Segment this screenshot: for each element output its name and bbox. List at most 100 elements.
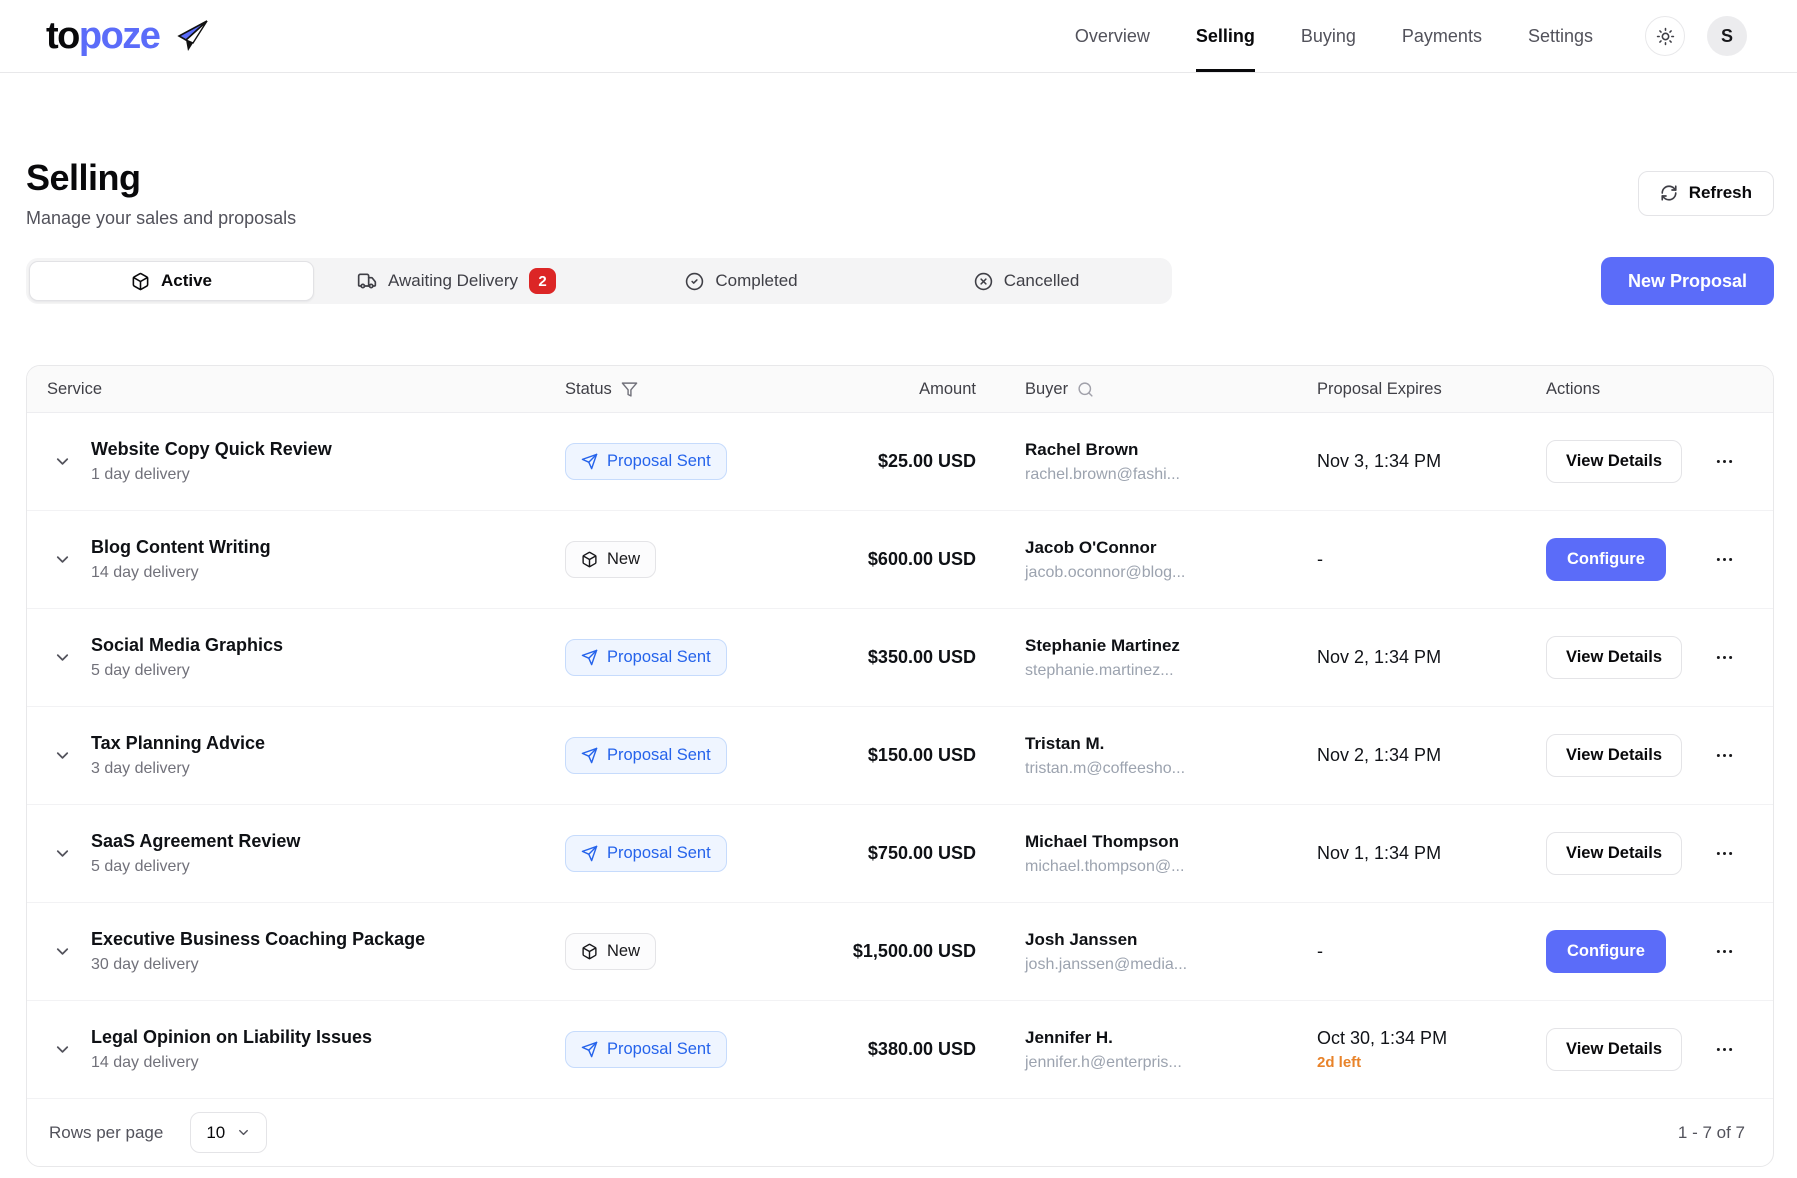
more-actions-button[interactable] <box>1708 641 1741 674</box>
nav-item-settings[interactable]: Settings <box>1528 0 1593 72</box>
more-actions-button[interactable] <box>1708 1033 1741 1066</box>
status-badge-label: Proposal Sent <box>607 648 711 667</box>
service-name: Website Copy Quick Review <box>91 439 332 460</box>
buyer-email: stephanie.martinez... <box>1025 662 1294 680</box>
amount: $350.00 USD <box>868 647 1002 668</box>
theme-toggle-button[interactable] <box>1645 16 1685 56</box>
paper-plane-icon <box>169 19 209 53</box>
tab-cancelled[interactable]: Cancelled <box>884 261 1169 301</box>
expand-row-button[interactable] <box>49 742 76 769</box>
amount: $600.00 USD <box>868 549 1002 570</box>
table-row: Blog Content Writing 14 day delivery New… <box>27 511 1773 609</box>
ellipsis-icon <box>1714 647 1735 668</box>
amount: $150.00 USD <box>868 745 1002 766</box>
expand-row-button[interactable] <box>49 546 76 573</box>
buyer-email: jacob.oconnor@blog... <box>1025 564 1294 582</box>
search-icon[interactable] <box>1077 381 1094 398</box>
buyer-name: Jacob O'Connor <box>1025 538 1294 558</box>
service-name: Tax Planning Advice <box>91 733 265 754</box>
selling-page: Selling Manage your sales and proposals … <box>26 157 1774 1167</box>
status-badge: Proposal Sent <box>565 443 727 480</box>
nav-item-selling[interactable]: Selling <box>1196 0 1255 72</box>
expand-row-button[interactable] <box>49 1036 76 1063</box>
row-action-button[interactable]: View Details <box>1546 440 1682 483</box>
nav-item-buying[interactable]: Buying <box>1301 0 1356 72</box>
chevron-down-icon <box>53 452 72 471</box>
chevron-down-icon <box>53 942 72 961</box>
service-delivery-time: 14 day delivery <box>91 564 271 582</box>
package-icon <box>131 272 150 291</box>
buyer-name: Rachel Brown <box>1025 440 1294 460</box>
column-header-amount: Amount <box>791 380 1002 399</box>
proposals-table: Service Status Amount Buyer Proposal Exp… <box>26 365 1774 1167</box>
status-badge: Proposal Sent <box>565 737 727 774</box>
send-icon <box>581 453 598 470</box>
buyer-name: Michael Thompson <box>1025 832 1294 852</box>
ellipsis-icon <box>1714 549 1735 570</box>
proposal-expires: Nov 1, 1:34 PM <box>1317 843 1523 864</box>
buyer-email: jennifer.h@enterpris... <box>1025 1054 1294 1072</box>
service-name: SaaS Agreement Review <box>91 831 300 852</box>
status-badge-label: Proposal Sent <box>607 452 711 471</box>
expires-warning: 2d left <box>1317 1054 1523 1071</box>
send-icon <box>581 649 598 666</box>
service-name: Executive Business Coaching Package <box>91 929 425 950</box>
send-icon <box>581 747 598 764</box>
proposal-expires: - <box>1317 549 1523 570</box>
ellipsis-icon <box>1714 941 1735 962</box>
service-delivery-time: 5 day delivery <box>91 858 300 876</box>
row-action-button[interactable]: View Details <box>1546 636 1682 679</box>
service-delivery-time: 3 day delivery <box>91 760 265 778</box>
more-actions-button[interactable] <box>1708 935 1741 968</box>
service-name: Blog Content Writing <box>91 537 271 558</box>
row-action-button[interactable]: View Details <box>1546 832 1682 875</box>
amount: $380.00 USD <box>868 1039 1002 1060</box>
row-action-button[interactable]: Configure <box>1546 538 1666 581</box>
ellipsis-icon <box>1714 843 1735 864</box>
status-badge-label: Proposal Sent <box>607 844 711 863</box>
more-actions-button[interactable] <box>1708 543 1741 576</box>
row-action-button[interactable]: Configure <box>1546 930 1666 973</box>
buyer-name: Stephanie Martinez <box>1025 636 1294 656</box>
send-icon <box>581 1041 598 1058</box>
tab-awaiting-delivery[interactable]: Awaiting Delivery 2 <box>314 261 599 301</box>
truck-icon <box>357 271 377 291</box>
send-icon <box>581 845 598 862</box>
status-badge-label: Proposal Sent <box>607 1040 711 1059</box>
expand-row-button[interactable] <box>49 644 76 671</box>
tab-active[interactable]: Active <box>29 261 314 301</box>
service-delivery-time: 5 day delivery <box>91 662 283 680</box>
nav-item-overview[interactable]: Overview <box>1075 0 1150 72</box>
more-actions-button[interactable] <box>1708 837 1741 870</box>
more-actions-button[interactable] <box>1708 739 1741 772</box>
status-badge-label: Proposal Sent <box>607 746 711 765</box>
table-body: Website Copy Quick Review 1 day delivery… <box>27 413 1773 1099</box>
amount: $25.00 USD <box>878 451 1002 472</box>
column-header-status: Status <box>565 380 791 399</box>
column-header-actions: Actions <box>1523 380 1773 399</box>
expand-row-button[interactable] <box>49 840 76 867</box>
nav-item-payments[interactable]: Payments <box>1402 0 1482 72</box>
tab-completed[interactable]: Completed <box>599 261 884 301</box>
refresh-button[interactable]: Refresh <box>1638 171 1774 216</box>
more-actions-button[interactable] <box>1708 445 1741 478</box>
rows-per-page-label: Rows per page <box>49 1123 163 1143</box>
rows-per-page-select[interactable]: 10 <box>190 1112 267 1153</box>
table-row: Executive Business Coaching Package 30 d… <box>27 903 1773 1001</box>
row-action-button[interactable]: View Details <box>1546 734 1682 777</box>
user-avatar[interactable]: S <box>1707 16 1747 56</box>
row-action-button[interactable]: View Details <box>1546 1028 1682 1071</box>
table-row: Website Copy Quick Review 1 day delivery… <box>27 413 1773 511</box>
check-circle-icon <box>685 272 704 291</box>
table-footer: Rows per page 10 1 - 7 of 7 <box>27 1099 1773 1166</box>
expand-row-button[interactable] <box>49 938 76 965</box>
filter-icon[interactable] <box>621 381 638 398</box>
page-subtitle: Manage your sales and proposals <box>26 208 296 229</box>
service-delivery-time: 30 day delivery <box>91 956 425 974</box>
expand-row-button[interactable] <box>49 448 76 475</box>
amount: $1,500.00 USD <box>853 941 1002 962</box>
chevron-down-icon <box>53 550 72 569</box>
brand-logo[interactable]: topoze <box>46 17 209 55</box>
new-proposal-button[interactable]: New Proposal <box>1601 257 1774 305</box>
service-delivery-time: 1 day delivery <box>91 466 332 484</box>
